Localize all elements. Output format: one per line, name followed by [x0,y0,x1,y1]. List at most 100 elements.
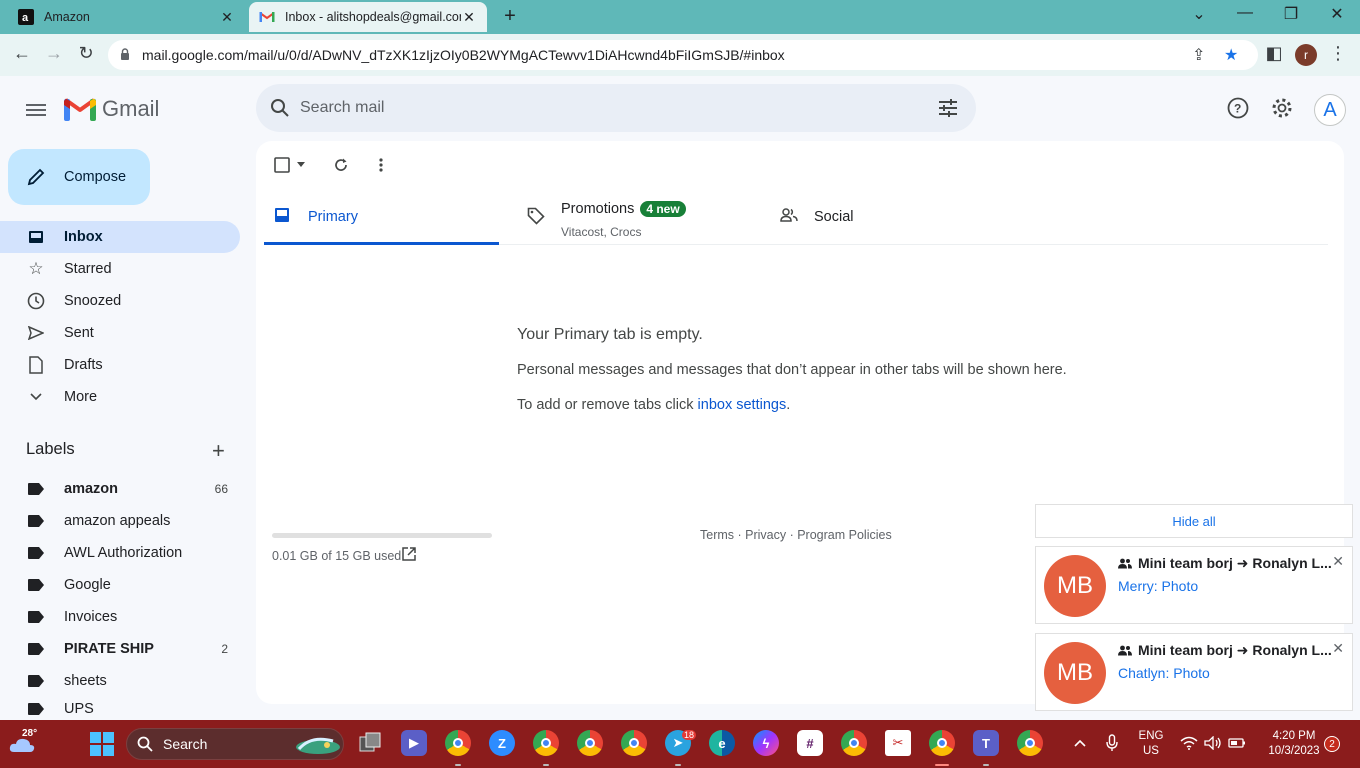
chrome-icon[interactable] [841,730,867,756]
task-view-icon[interactable] [357,730,383,756]
inbox-icon [26,227,46,247]
select-dropdown-icon[interactable] [297,162,305,167]
close-icon[interactable]: ✕ [1332,553,1344,570]
open-external-icon[interactable] [402,547,416,561]
settings-gear-icon[interactable] [1271,97,1293,119]
empty-state-title: Your Primary tab is empty. [517,326,703,343]
back-icon[interactable]: ← [10,43,34,64]
browser-tab-amazon[interactable]: a Amazon ✕ [8,2,245,32]
windows-start-icon[interactable] [90,732,114,756]
forward-icon[interactable]: → [42,43,66,64]
sidebar-item-sent[interactable]: Sent [0,317,240,349]
draft-icon [26,355,46,375]
snipping-tool-icon[interactable]: ✂ [885,730,911,756]
chevron-down-icon [26,387,46,407]
sidebar-item-inbox[interactable]: Inbox [0,221,240,253]
label-count: 66 [214,482,228,496]
zoom-icon[interactable]: Z [489,730,515,756]
label-tag-icon [28,611,44,623]
refresh-icon[interactable] [333,157,349,173]
chrome-icon[interactable] [621,730,647,756]
profile-avatar[interactable]: r [1295,44,1317,66]
sidebar-item-snoozed[interactable]: Snoozed [0,285,240,317]
label-item[interactable]: Google [0,569,240,601]
browser-tab-gmail[interactable]: Inbox - alitshopdeals@gmail.com ✕ [249,2,487,32]
input-language[interactable]: ENG US [1136,729,1166,759]
microphone-icon[interactable] [1106,734,1118,752]
label-item[interactable]: PIRATE SHIP 2 [0,633,240,665]
chevron-up-icon[interactable] [1074,739,1086,747]
messenger-icon[interactable]: ϟ [753,730,779,756]
tab-search-icon[interactable]: ⌄ [1184,4,1214,24]
compose-button[interactable]: Compose [8,149,150,205]
close-icon[interactable]: ✕ [1332,640,1344,657]
volume-icon[interactable] [1204,736,1222,750]
add-label-icon[interactable]: + [212,438,225,464]
label-item[interactable]: amazon 66 [0,473,240,505]
sidebar-item-starred[interactable]: ☆ Starred [0,253,240,285]
taskbar-search[interactable]: Search [126,728,344,760]
chrome-icon[interactable] [445,730,471,756]
label-name: AWL Authorization [64,545,183,561]
bookmark-star-icon[interactable]: ★ [1224,45,1238,65]
close-window-icon[interactable]: ✕ [1322,4,1352,24]
close-tab-icon[interactable]: ✕ [219,9,235,26]
share-icon[interactable]: ⇪ [1192,45,1205,65]
weather-temperature: 28° [22,728,38,739]
search-icon[interactable] [270,98,290,118]
sidebar-item-drafts[interactable]: Drafts [0,349,240,381]
hide-all-button[interactable]: Hide all [1035,504,1353,538]
tab-promotions[interactable]: Promotions 4 new Vitacost, Crocs [517,191,752,245]
side-panel-icon[interactable]: ◧ [1262,43,1286,64]
wifi-icon[interactable] [1180,736,1198,750]
inbox-settings-link[interactable]: inbox settings [698,397,787,413]
tab-primary[interactable]: Primary [264,191,499,245]
weather-widget[interactable]: 28° [8,728,40,758]
slack-icon[interactable]: # [797,730,823,756]
new-tab-button[interactable]: + [498,5,522,28]
sidebar-item-more[interactable]: More [0,381,240,413]
clock[interactable]: 4:20 PM 10/3/2023 [1256,729,1332,759]
more-options-icon[interactable] [378,157,384,173]
teams-chat-icon[interactable]: ▶ [401,730,427,756]
notification-count-badge[interactable]: 2 [1324,736,1340,752]
battery-icon[interactable] [1228,736,1246,750]
url-field[interactable]: mail.google.com/mail/u/0/d/ADwNV_dTzXK1z… [108,40,1258,70]
reload-icon[interactable]: ↻ [74,43,98,64]
account-avatar[interactable]: A [1314,94,1346,126]
main-menu-icon[interactable] [26,101,46,119]
close-tab-icon[interactable]: ✕ [461,9,477,26]
label-item[interactable]: amazon appeals [0,505,240,537]
tab-social[interactable]: Social [770,191,1005,245]
label-item[interactable]: sheets [0,665,240,697]
browser-menu-icon[interactable]: ⋮ [1326,43,1350,64]
search-options-icon[interactable] [938,98,958,118]
edge-icon[interactable]: e [709,730,735,756]
chrome-icon[interactable] [929,730,955,756]
gmail-logo[interactable]: Gmail [64,96,159,122]
address-bar: ← → ↻ mail.google.com/mail/u/0/d/ADwNV_d… [0,34,1360,76]
star-icon: ☆ [28,259,44,278]
notification-body: Merry: Photo [1118,578,1199,594]
category-tabs: Primary Promotions 4 new Vitacost, Crocs … [264,191,1328,245]
help-icon[interactable]: ? [1227,97,1249,119]
search-icon [137,736,153,752]
search-input[interactable] [300,96,900,120]
select-checkbox[interactable] [274,157,290,173]
footer-links[interactable]: Terms · Privacy · Program Policies [700,528,892,542]
label-item[interactable]: Invoices [0,601,240,633]
label-name: UPS [64,700,94,717]
restore-icon[interactable]: ❐ [1276,4,1306,24]
notification-body: Chatlyn: Photo [1118,665,1210,681]
chrome-icon[interactable] [533,730,559,756]
chrome-icon[interactable] [1017,730,1043,756]
label-item[interactable]: AWL Authorization [0,537,240,569]
teams-icon[interactable]: T [973,730,999,756]
chrome-icon[interactable] [577,730,603,756]
chat-notification[interactable]: MB Mini team borj ➜ Ronalyn L... Merry: … [1035,546,1353,624]
tab-promotions-senders: Vitacost, Crocs [561,225,642,239]
minimize-icon[interactable]: — [1230,4,1260,22]
chat-notification[interactable]: MB Mini team borj ➜ Ronalyn L... Chatlyn… [1035,633,1353,711]
windows-taskbar: 28° Search ▶ Z ➤ 18 e ϟ # ✂ T ENG US 4:20… [0,720,1360,768]
label-item[interactable]: UPS [0,697,240,720]
